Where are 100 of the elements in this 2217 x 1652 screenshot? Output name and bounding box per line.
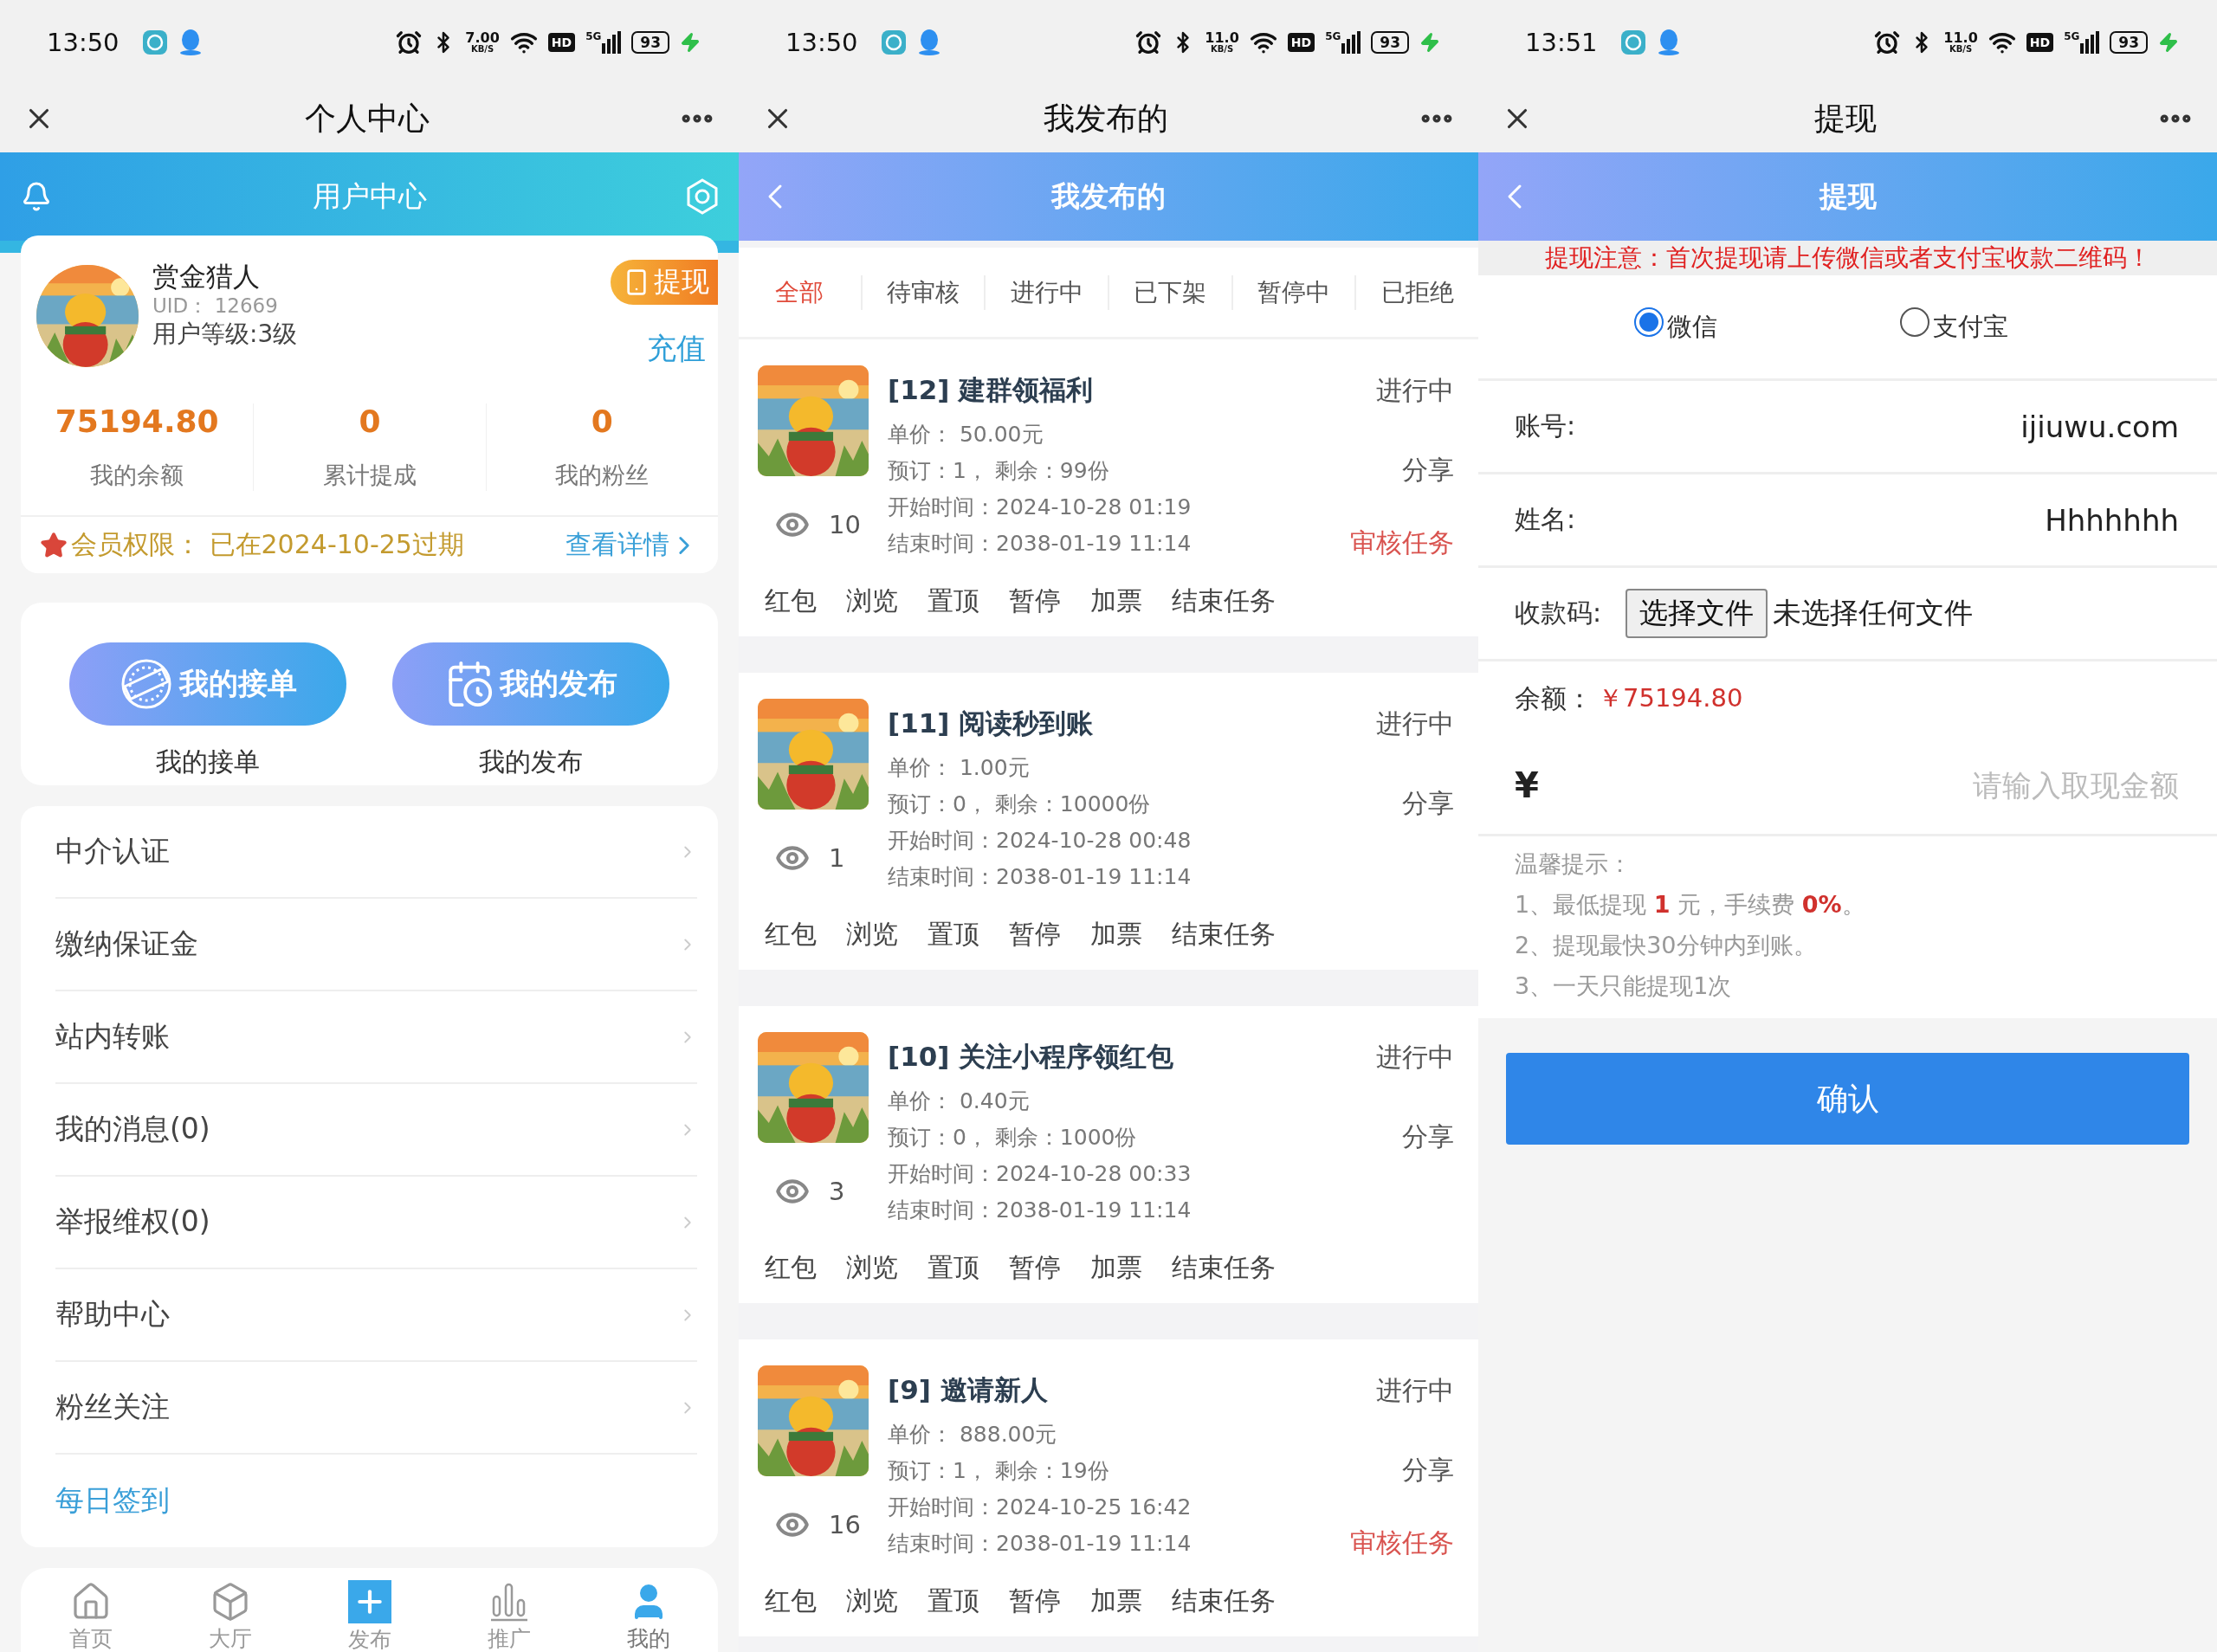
membership-status: 会员权限： 已在2024-10-25过期: [71, 528, 465, 561]
page-title: 提现: [1813, 99, 1877, 138]
tip-text: 1、最低提现 1 元，手续费 0%。: [1515, 890, 1866, 920]
task-title: [11] 阅读秒到账: [888, 707, 1095, 740]
start-time: 开始时间：2024-10-28 00:48: [888, 826, 1193, 855]
task-action[interactable]: 加票: [1090, 584, 1142, 619]
task-title: [10] 关注小程序领红包: [888, 1040, 1175, 1074]
task-action[interactable]: 红包: [765, 917, 817, 952]
signal-icon: [1341, 31, 1361, 54]
task-action[interactable]: 红包: [765, 1584, 817, 1619]
tips-title: 温馨提示：: [1515, 849, 1632, 879]
payment-option[interactable]: 微信: [1634, 309, 1900, 345]
network-type: 5G: [585, 31, 602, 42]
page-title: 个人中心: [304, 99, 430, 138]
task-action[interactable]: 红包: [765, 1250, 817, 1286]
tip-text: 3、一天只能提现1次: [1515, 971, 1733, 1001]
task-title: [9] 邀请新人: [888, 1373, 1049, 1407]
user-id: UID： 12669: [152, 293, 279, 319]
unit-price: 单价： 0.40元: [888, 1087, 1031, 1115]
menu-item[interactable]: 缴纳保证金: [55, 899, 697, 991]
filter-tab[interactable]: 已下架: [1108, 274, 1231, 310]
task-action[interactable]: 置顶: [928, 1584, 979, 1619]
shortcut-caption: 我的发布: [478, 745, 583, 778]
menu-item[interactable]: 举报维权(0): [55, 1177, 697, 1269]
task-action[interactable]: 加票: [1090, 917, 1142, 952]
input-field[interactable]: ijiuwu.com: [1600, 408, 2181, 445]
input-field[interactable]: Hhhhhhh: [1600, 501, 2181, 539]
user-level: 用户等级:3级: [152, 318, 299, 349]
status-label: 进行中: [1376, 707, 1454, 740]
task-action[interactable]: 红包: [765, 584, 817, 619]
filter-tab[interactable]: 进行中: [984, 274, 1108, 310]
amount-field[interactable]: 请输入取现金额: [1562, 766, 2181, 803]
end-time: 结束时间：2038-01-19 11:14: [888, 862, 1193, 891]
task-action[interactable]: 暂停: [1009, 584, 1061, 619]
share-link[interactable]: 分享: [1402, 1119, 1454, 1155]
app-icon: [1619, 29, 1646, 55]
menu-item[interactable]: 粉丝关注: [55, 1362, 697, 1455]
filter-tab[interactable]: 暂停中: [1231, 274, 1355, 310]
booking-info: 预订：0， 剩余：10000份: [888, 790, 1152, 818]
share-link[interactable]: 分享: [1402, 452, 1454, 488]
payment-option[interactable]: 支付宝: [1899, 309, 2165, 345]
start-time: 开始时间：2024-10-28 00:33: [888, 1159, 1193, 1188]
clock-time: 13:50: [47, 28, 120, 57]
task-action[interactable]: 浏览: [846, 1584, 898, 1619]
notification-icon: [1656, 29, 1681, 56]
radio-button[interactable]: [1899, 307, 1929, 337]
task-action[interactable]: 暂停: [1009, 1250, 1061, 1286]
confirm-button[interactable]: 确认: [1506, 1053, 2189, 1145]
start-time: 开始时间：2024-10-25 16:42: [888, 1493, 1193, 1521]
task-action[interactable]: 浏览: [846, 1250, 898, 1286]
page-title: 我发布的: [1044, 99, 1168, 138]
clock-time: 13:50: [785, 28, 858, 57]
field-label: 姓名:: [1515, 503, 1576, 536]
nav-tab[interactable]: 我的: [578, 1580, 718, 1652]
task-action[interactable]: 结束任务: [1172, 917, 1276, 952]
task-action[interactable]: 浏览: [846, 917, 898, 952]
task-action[interactable]: 结束任务: [1172, 1250, 1276, 1286]
bell-icon[interactable]: [21, 181, 52, 212]
menu-item[interactable]: 中介认证: [55, 806, 697, 899]
radio-button[interactable]: [1634, 307, 1664, 337]
task-action[interactable]: 暂停: [1009, 917, 1061, 952]
signal-icon: [2080, 31, 2100, 54]
view-count: 10: [829, 510, 861, 539]
alarm-icon: [1874, 29, 1901, 55]
stat-label: 我的粉丝: [555, 461, 650, 490]
task-action[interactable]: 暂停: [1009, 1584, 1061, 1619]
share-link[interactable]: 分享: [1402, 785, 1454, 822]
header-title: 用户中心: [311, 177, 428, 215]
booking-info: 预订：1， 剩余：99份: [888, 456, 1110, 485]
speed-unit: KB/S: [1210, 45, 1234, 54]
task-action[interactable]: 加票: [1090, 1584, 1142, 1619]
status-label: 进行中: [1376, 1040, 1454, 1074]
share-link[interactable]: 分享: [1402, 1452, 1454, 1488]
menu-item[interactable]: 我的消息(0): [55, 1084, 697, 1177]
task-action[interactable]: 置顶: [928, 917, 979, 952]
menu-item[interactable]: 帮助中心: [55, 1269, 697, 1362]
status-label: 进行中: [1376, 1373, 1454, 1407]
menu-item[interactable]: 站内转账: [55, 991, 697, 1084]
task-action[interactable]: 浏览: [846, 584, 898, 619]
stat-value: 75194.80: [55, 403, 219, 439]
task-action[interactable]: 结束任务: [1172, 1584, 1276, 1619]
stat-label: 累计提成: [323, 461, 417, 490]
task-action[interactable]: 加票: [1090, 1250, 1142, 1286]
review-link[interactable]: 审核任务: [1350, 1525, 1454, 1561]
task-action[interactable]: 置顶: [928, 1250, 979, 1286]
hd-badge: HD: [1287, 33, 1315, 52]
file-button[interactable]: 选择文件: [1626, 589, 1768, 638]
filter-tab[interactable]: 全部: [739, 274, 861, 310]
hd-badge: HD: [2026, 33, 2054, 52]
stat-value: 0: [359, 403, 381, 439]
view-count: 3: [829, 1177, 845, 1206]
header-title: 提现: [1818, 177, 1878, 215]
network-speed: 11.0: [1205, 31, 1239, 45]
task-action[interactable]: 结束任务: [1172, 584, 1276, 619]
currency-symbol: ¥: [1515, 765, 1539, 805]
review-link[interactable]: 审核任务: [1350, 525, 1454, 561]
task-action[interactable]: 置顶: [928, 584, 979, 619]
stat-label: 我的余额: [90, 461, 184, 490]
filter-tab[interactable]: 待审核: [860, 274, 985, 310]
battery-indicator: 93: [631, 31, 669, 54]
